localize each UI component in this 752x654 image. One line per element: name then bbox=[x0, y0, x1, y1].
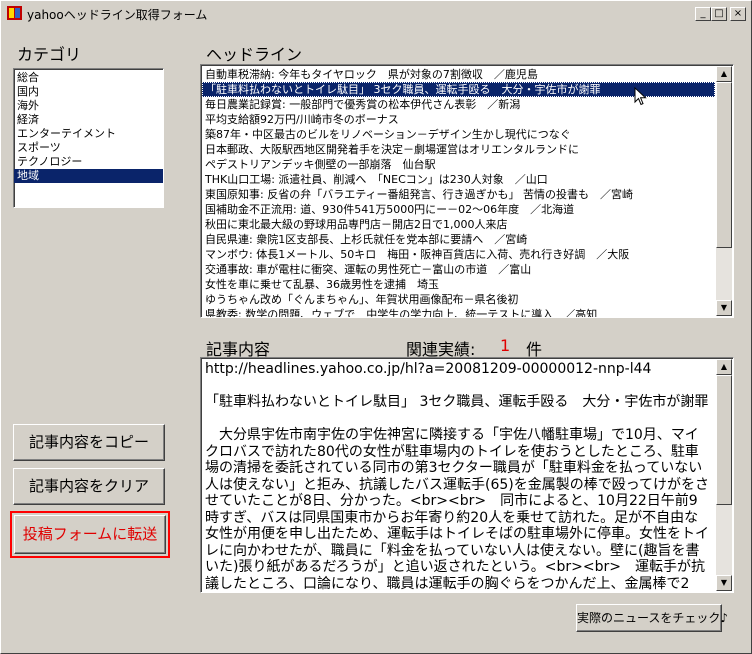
category-label: カテゴリ bbox=[17, 45, 82, 64]
highlight-frame bbox=[10, 511, 170, 558]
article-textarea[interactable]: http://headlines.yahoo.co.jp/hl?a=200812… bbox=[200, 357, 734, 593]
title-bar[interactable]: yahooヘッドライン取得フォーム _ □ × bbox=[3, 3, 749, 23]
headline-item[interactable]: 自民県連: 衆院1区支部長、上杉氏就任を党本部に要請へ ／宮崎 bbox=[202, 232, 715, 247]
category-item[interactable]: 総合 bbox=[14, 71, 163, 85]
maximize-button[interactable]: □ bbox=[711, 7, 727, 21]
category-item[interactable]: エンターテイメント bbox=[14, 127, 163, 141]
headline-item[interactable]: 自動車税滞納: 今年もタイヤロック 県が対象の7割徴収 ／鹿児島 bbox=[202, 67, 715, 82]
check-news-button[interactable]: 実際のニュースをチェック♪ bbox=[576, 604, 728, 632]
category-item[interactable]: テクノロジー bbox=[14, 155, 163, 169]
headline-item[interactable]: ペデストリアンデッキ側壁の一部崩落 仙台駅 bbox=[202, 157, 715, 172]
app-window: yahooヘッドライン取得フォーム _ □ × カテゴリ 総合 国内 海外 経済 エンタ… bbox=[0, 0, 752, 654]
category-list[interactable]: 総合 国内 海外 経済 エンターテイメント スポーツ テクノロジー 地域 bbox=[13, 68, 164, 208]
headline-item[interactable]: 県教委: 数学の問題、ウェブで 中学生の学力向上、統一テストに導入 ／高知 bbox=[202, 307, 715, 317]
headline-item[interactable]: 平均支給額92万円/川崎市冬のボーナス bbox=[202, 112, 715, 127]
headlines-list[interactable]: 自動車税滞納: 今年もタイヤロック 県が対象の7割徴収 ／鹿児島 「駐車料払わない… bbox=[200, 64, 734, 318]
scroll-down-arrow-icon[interactable]: ▼ bbox=[716, 300, 732, 316]
headline-item[interactable]: 女性を車に乗せて乱暴、36歳男性を逮捕 埼玉 bbox=[202, 277, 715, 292]
mouse-cursor-icon bbox=[634, 87, 647, 106]
headline-item[interactable]: 交通事故: 車が電柱に衝突、運転の男性死亡－富山の市道 ／富山 bbox=[202, 262, 715, 277]
scroll-thumb[interactable] bbox=[716, 82, 732, 248]
article-scrollbar[interactable]: ▲ ▼ bbox=[716, 359, 732, 591]
headline-item[interactable]: 秋田に東北最大級の野球用品専門店－開店2日で1,000人来店 bbox=[202, 217, 715, 232]
headline-item[interactable]: マンボウ: 体長1メートル、50キロ 梅田・阪神百貨店に入荷、売れ行き好調 ／大… bbox=[202, 247, 715, 262]
headline-item[interactable]: 東国原知事: 反省の弁「バラエティー番組発言、行き過ぎかも」 苦情の投書も ／宮… bbox=[202, 187, 715, 202]
related-count: 1 bbox=[500, 336, 511, 355]
headline-item[interactable]: 築87年・中区最古のビルをリノベーション－デザイン生かし現代につなぐ bbox=[202, 127, 715, 142]
category-item[interactable]: スポーツ bbox=[14, 141, 163, 155]
category-item[interactable]: 経済 bbox=[14, 113, 163, 127]
minimize-button[interactable]: _ bbox=[695, 7, 711, 21]
scroll-thumb[interactable] bbox=[716, 375, 732, 505]
copy-article-button[interactable]: 記事内容をコピー bbox=[13, 424, 165, 461]
headline-item[interactable]: 国補助金不正流用: 道、930件541万5000円にー－02～06年度 ／北海道 bbox=[202, 202, 715, 217]
scroll-up-arrow-icon[interactable]: ▲ bbox=[716, 66, 732, 82]
article-text[interactable]: http://headlines.yahoo.co.jp/hl?a=200812… bbox=[201, 358, 715, 592]
category-item[interactable]: 海外 bbox=[14, 99, 163, 113]
category-item[interactable]: 国内 bbox=[14, 85, 163, 99]
headline-item[interactable]: ゆうちゃん改め「ぐんまちゃん」、年賀状用画像配布－県名後初 bbox=[202, 292, 715, 307]
headlines-label: ヘッドライン bbox=[206, 45, 303, 64]
category-item[interactable]: 地域 bbox=[14, 169, 163, 183]
headline-item[interactable]: 日本郵政、大阪駅西地区開発着手を決定－劇場運営はオリエンタルランドに bbox=[202, 142, 715, 157]
close-button[interactable]: × bbox=[730, 7, 746, 21]
window-title: yahooヘッドライン取得フォーム bbox=[27, 8, 208, 22]
scroll-down-arrow-icon[interactable]: ▼ bbox=[716, 575, 732, 591]
headlines-scrollbar[interactable]: ▲ ▼ bbox=[716, 66, 732, 316]
scroll-up-arrow-icon[interactable]: ▲ bbox=[716, 359, 732, 375]
headline-item[interactable]: THK山口工場: 派遣社員、削減へ 「NECコン」は230人対象 ／山口 bbox=[202, 172, 715, 187]
app-icon bbox=[7, 6, 22, 20]
clear-article-button[interactable]: 記事内容をクリア bbox=[13, 468, 165, 505]
